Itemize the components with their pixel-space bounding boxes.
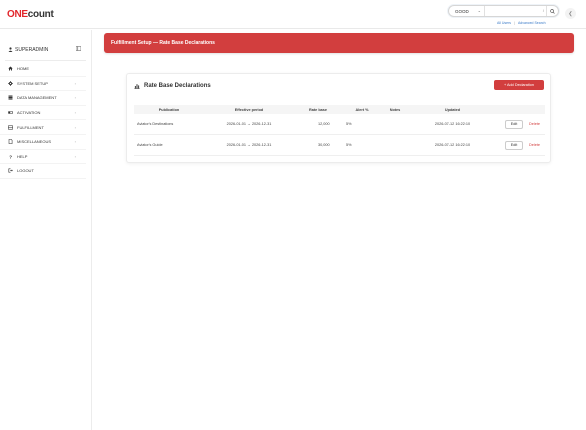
cell-effective: 2026-01-01 → 2026-12-31 — [226, 122, 272, 126]
cell-publication: Aviator's Guide — [137, 143, 163, 147]
logo-part-one: ONE — [7, 9, 28, 20]
table-row: Aviator's Destinations 2026-01-01 → 2026… — [134, 114, 545, 135]
card-title-text: Rate Base Declarations — [144, 83, 211, 89]
sidebar-item-activation[interactable]: ACTIVATION › — [0, 106, 86, 121]
column-header-updated[interactable]: Updated — [410, 108, 495, 112]
cell-updated: 2026-07-12 16:22:10 — [434, 122, 471, 126]
sidebar-item-label: DATA MANAGEMENT — [17, 95, 57, 101]
gear-icon — [8, 81, 13, 86]
sidebar-item-miscellaneous[interactable]: MISCELLANEOUS › — [0, 135, 86, 150]
sidebar-item-logout[interactable]: LOGOUT — [0, 164, 86, 179]
sidebar-item-label: HELP — [17, 153, 28, 159]
question-icon: ? — [9, 154, 12, 159]
column-header-effective[interactable]: Effective period — [204, 108, 294, 112]
top-header: ONEcount GOOD ⌄ / All Users | Advanced S… — [0, 0, 586, 29]
search-group: GOOD ⌄ / — [448, 5, 559, 17]
column-header-publication[interactable]: Publication — [134, 108, 204, 112]
rate-base-card: Rate Base Declarations + Add Declaration… — [126, 73, 551, 163]
delete-link[interactable]: Delete — [529, 122, 540, 126]
cell-alert: 5% — [346, 122, 352, 126]
quick-links: All Users | Advanced Search — [497, 21, 546, 25]
slash-shortcut-icon: / — [542, 8, 544, 13]
sidebar-divider — [5, 60, 86, 61]
edit-button[interactable]: Edit — [505, 140, 524, 150]
user-icon — [8, 47, 13, 52]
chevron-right-icon: › — [74, 124, 76, 130]
cell-actions: Edit Delete — [495, 140, 545, 150]
edit-button[interactable]: Edit — [505, 119, 524, 129]
chevron-right-icon: › — [74, 139, 76, 145]
chevron-left-icon: ❮ — [568, 10, 573, 17]
advanced-search-link[interactable]: Advanced Search — [518, 21, 546, 25]
main-content: Fulfillment Setup — Rate Base Declaratio… — [104, 30, 574, 163]
inbox-icon — [8, 125, 13, 130]
sidebar-item-system-setup[interactable]: SYSTEM SETUP › — [0, 77, 86, 92]
table-row: Aviator's Guide 2026-01-01 → 2026-12-31 … — [134, 135, 545, 156]
page-title: Fulfillment Setup — Rate Base Declaratio… — [104, 33, 574, 53]
sidebar-item-help[interactable]: ? HELP › — [0, 150, 86, 165]
home-icon — [8, 66, 13, 71]
sidebar-item-data-management[interactable]: DATA MANAGEMENT › — [0, 91, 86, 106]
chevron-right-icon: › — [74, 95, 76, 101]
onecount-logo[interactable]: ONEcount — [7, 9, 54, 20]
column-header-alert[interactable]: Alert % — [344, 108, 380, 112]
document-icon — [8, 139, 13, 145]
cell-updated: 2026-07-12 16:22:10 — [434, 143, 471, 147]
chevron-right-icon: › — [74, 80, 76, 86]
chevron-right-icon: › — [74, 110, 76, 116]
chevron-right-icon: › — [74, 153, 76, 159]
sidebar-item-label: SYSTEM SETUP — [17, 80, 48, 86]
logout-icon — [8, 168, 13, 173]
sidebar-item-home[interactable]: HOME — [0, 62, 86, 77]
toggle-icon — [8, 111, 13, 115]
menu-toggle-icon[interactable] — [76, 46, 81, 51]
search-scope-select[interactable]: GOOD ⌄ — [449, 6, 485, 16]
add-declaration-button[interactable]: + Add Declaration — [494, 80, 544, 90]
cell-effective: 2026-01-01 → 2026-12-31 — [226, 143, 272, 147]
cell-publication: Aviator's Destinations — [137, 122, 174, 126]
cell-alert: 5% — [346, 143, 352, 147]
sidebar-item-label: MISCELLANEOUS — [17, 139, 52, 145]
delete-link[interactable]: Delete — [529, 143, 540, 147]
sidebar-item-label: HOME — [17, 66, 29, 72]
table-header: Publication Effective period Rate base A… — [134, 105, 545, 114]
sidebar: SUPERADMIN HOME SYSTEM SETUP › DATA MANA… — [0, 30, 92, 430]
bar-chart-icon — [134, 84, 140, 89]
link-separator: | — [514, 21, 515, 25]
card-title: Rate Base Declarations — [134, 83, 211, 89]
chevron-down-icon: ⌄ — [477, 8, 481, 13]
svg-text:?: ? — [9, 154, 12, 159]
cell-rate: 30,000 — [318, 143, 330, 147]
sidebar-item-label: LOGOUT — [17, 168, 34, 174]
column-header-notes[interactable]: Notes — [380, 108, 410, 112]
declarations-table: Publication Effective period Rate base A… — [134, 105, 545, 156]
logo-part-two: count — [27, 9, 54, 20]
search-input[interactable]: / — [485, 6, 546, 16]
sidebar-item-fulfillment[interactable]: FULFILLMENT › — [0, 120, 86, 135]
cell-rate: 12,000 — [318, 122, 330, 126]
collapse-panel-button[interactable]: ❮ — [565, 8, 576, 19]
search-button[interactable] — [546, 6, 558, 16]
search-icon — [550, 8, 555, 14]
all-users-link[interactable]: All Users — [497, 21, 511, 25]
sidebar-user: SUPERADMIN — [0, 41, 91, 58]
cell-actions: Edit Delete — [495, 119, 545, 129]
sidebar-item-label: FULFILLMENT — [17, 124, 44, 130]
search-scope-value: GOOD — [455, 8, 469, 14]
sidebar-username: SUPERADMIN — [15, 46, 49, 53]
database-icon — [8, 95, 13, 101]
sidebar-item-label: ACTIVATION — [17, 110, 41, 116]
column-header-rate[interactable]: Rate base — [294, 108, 344, 112]
